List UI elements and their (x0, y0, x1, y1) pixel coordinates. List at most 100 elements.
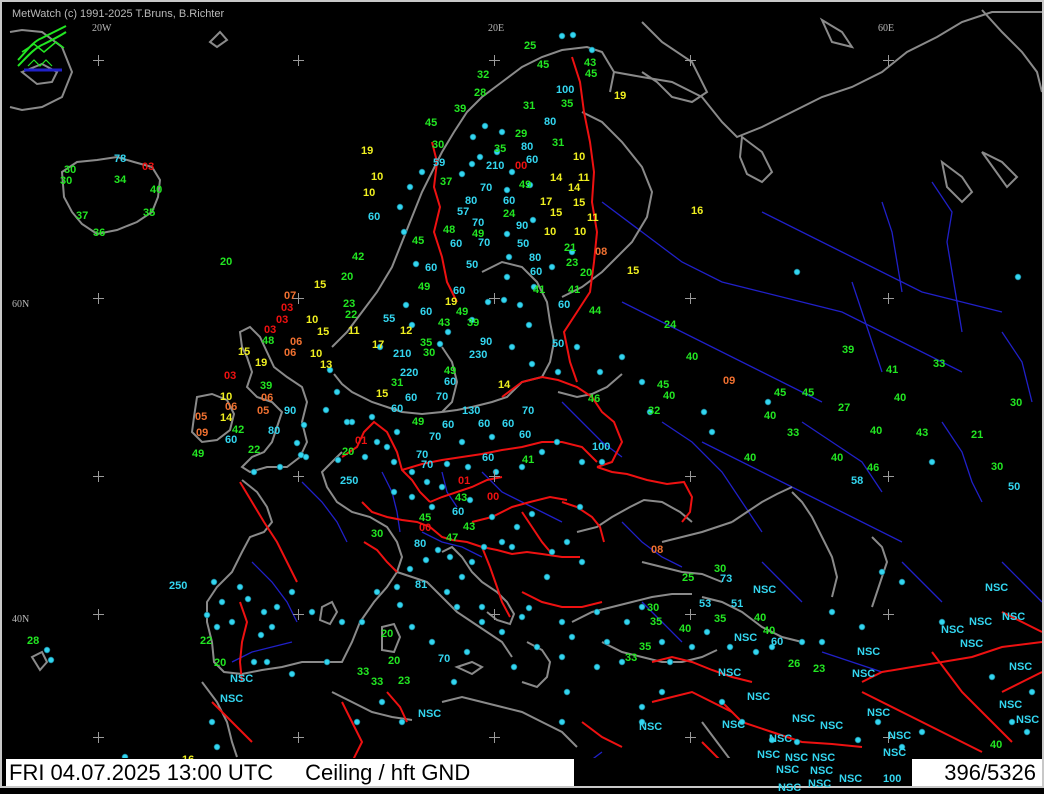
ceiling-observation[interactable]: 31 (391, 378, 403, 389)
ceiling-observation[interactable]: 21 (971, 430, 983, 441)
station-marker[interactable] (464, 463, 472, 471)
ceiling-observation[interactable]: 55 (383, 314, 395, 325)
station-marker[interactable] (446, 553, 454, 561)
ceiling-observation[interactable]: NSC (867, 708, 890, 719)
station-marker[interactable] (508, 343, 516, 351)
ceiling-observation[interactable]: 22 (200, 636, 212, 647)
station-marker[interactable] (793, 738, 801, 746)
station-marker[interactable] (578, 558, 586, 566)
ceiling-observation[interactable]: NSC (852, 669, 875, 680)
station-marker[interactable] (302, 453, 310, 461)
ceiling-observation[interactable]: 22 (248, 445, 260, 456)
station-marker[interactable] (513, 523, 521, 531)
ceiling-observation[interactable]: 11 (587, 213, 599, 224)
station-marker[interactable] (529, 216, 537, 224)
ceiling-observation[interactable]: NSC (792, 714, 815, 725)
ceiling-observation[interactable]: 33 (625, 653, 637, 664)
ceiling-observation[interactable]: 13 (320, 360, 332, 371)
station-marker[interactable] (503, 230, 511, 238)
station-marker[interactable] (408, 623, 416, 631)
ceiling-observation[interactable]: 40 (870, 426, 882, 437)
ceiling-observation[interactable]: 48 (262, 336, 274, 347)
ceiling-observation[interactable]: 30 (1010, 398, 1022, 409)
station-marker[interactable] (638, 603, 646, 611)
ceiling-observation[interactable]: 33 (933, 359, 945, 370)
ceiling-observation[interactable]: NSC (747, 692, 770, 703)
ceiling-observation[interactable]: NSC (888, 731, 911, 742)
ceiling-observation[interactable]: NSC (1009, 662, 1032, 673)
station-marker[interactable] (576, 503, 584, 511)
station-marker[interactable] (618, 353, 626, 361)
ceiling-observation[interactable]: 40 (150, 185, 162, 196)
ceiling-observation[interactable]: 05 (195, 412, 207, 423)
ceiling-observation[interactable]: NSC (1016, 715, 1039, 726)
ceiling-observation[interactable]: 50 (552, 339, 564, 350)
ceiling-observation[interactable]: 43 (916, 428, 928, 439)
ceiling-observation[interactable]: 10 (574, 227, 586, 238)
station-marker[interactable] (428, 638, 436, 646)
ceiling-observation[interactable]: 210 (486, 161, 504, 172)
station-marker[interactable] (548, 548, 556, 556)
ceiling-observation[interactable]: 10 (371, 172, 383, 183)
station-marker[interactable] (43, 646, 51, 654)
ceiling-observation[interactable]: 36 (93, 228, 105, 239)
ceiling-observation[interactable]: NSC (857, 647, 880, 658)
station-marker[interactable] (548, 263, 556, 271)
station-marker[interactable] (476, 153, 484, 161)
station-marker[interactable] (623, 618, 631, 626)
station-marker[interactable] (503, 273, 511, 281)
station-marker[interactable] (518, 613, 526, 621)
ceiling-observation[interactable]: 60 (450, 239, 462, 250)
ceiling-observation[interactable]: 50 (1008, 482, 1020, 493)
station-marker[interactable] (334, 456, 342, 464)
station-marker[interactable] (260, 608, 268, 616)
ceiling-observation[interactable]: 00 (487, 492, 499, 503)
ceiling-observation[interactable]: 29 (515, 129, 527, 140)
station-marker[interactable] (928, 458, 936, 466)
station-marker[interactable] (468, 558, 476, 566)
ceiling-observation[interactable]: 00 (419, 523, 431, 534)
ceiling-observation[interactable]: 43 (463, 522, 475, 533)
station-marker[interactable] (412, 260, 420, 268)
station-marker[interactable] (436, 340, 444, 348)
station-marker[interactable] (525, 321, 533, 329)
station-marker[interactable] (543, 573, 551, 581)
station-marker[interactable] (353, 718, 361, 726)
station-marker[interactable] (918, 728, 926, 736)
station-marker[interactable] (423, 478, 431, 486)
ceiling-observation[interactable]: 45 (412, 236, 424, 247)
station-marker[interactable] (563, 688, 571, 696)
ceiling-observation[interactable]: 08 (595, 247, 607, 258)
ceiling-observation[interactable]: NSC (230, 674, 253, 685)
ceiling-observation[interactable]: 45 (425, 118, 437, 129)
station-marker[interactable] (1028, 688, 1036, 696)
station-marker[interactable] (308, 608, 316, 616)
station-marker[interactable] (396, 203, 404, 211)
station-marker[interactable] (438, 483, 446, 491)
station-marker[interactable] (463, 648, 471, 656)
ceiling-observation[interactable]: 23 (813, 664, 825, 675)
station-marker[interactable] (322, 406, 330, 414)
ceiling-observation[interactable]: 40 (679, 624, 691, 635)
ceiling-observation[interactable]: 60 (405, 393, 417, 404)
ceiling-observation[interactable]: 10 (544, 227, 556, 238)
ceiling-observation[interactable]: 49 (412, 417, 424, 428)
ceiling-observation[interactable]: 46 (867, 463, 879, 474)
ceiling-observation[interactable]: 26 (788, 659, 800, 670)
ceiling-observation[interactable]: 15 (314, 280, 326, 291)
ceiling-observation[interactable]: 21 (564, 243, 576, 254)
ceiling-observation[interactable]: 28 (27, 636, 39, 647)
ceiling-observation[interactable]: 45 (585, 69, 597, 80)
ceiling-observation[interactable]: 14 (550, 173, 562, 184)
station-marker[interactable] (358, 618, 366, 626)
ceiling-observation[interactable]: 15 (238, 347, 250, 358)
station-marker[interactable] (333, 388, 341, 396)
ceiling-observation[interactable]: 60 (526, 155, 538, 166)
station-marker[interactable] (618, 658, 626, 666)
station-marker[interactable] (528, 510, 536, 518)
ceiling-observation[interactable]: NSC (969, 617, 992, 628)
station-marker[interactable] (273, 603, 281, 611)
ceiling-observation[interactable]: NSC (418, 709, 441, 720)
ceiling-observation[interactable]: 15 (376, 389, 388, 400)
station-marker[interactable] (854, 736, 862, 744)
